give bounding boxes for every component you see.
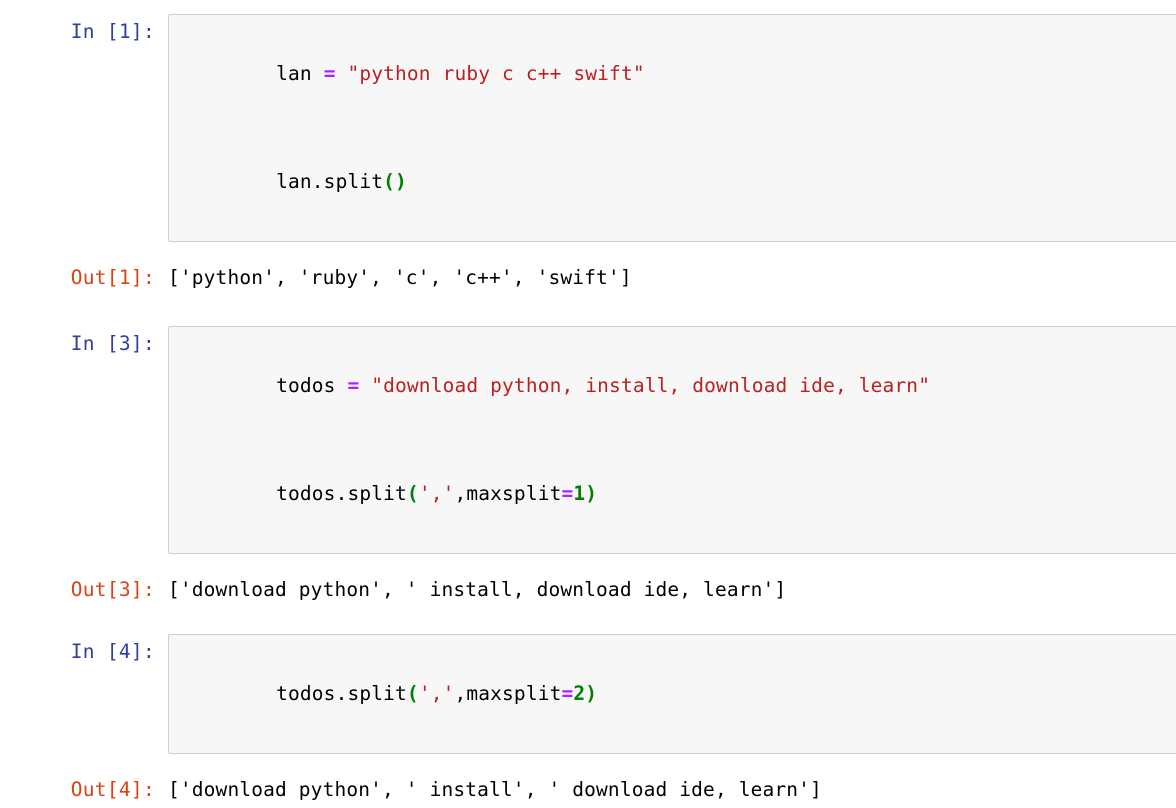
code-token: ) <box>585 482 598 505</box>
output-cell: Out[1]: ['python', 'ruby', 'c', 'c++', '… <box>0 260 1176 296</box>
code-token: () <box>383 170 407 193</box>
output-prompt-label: Out[3]: <box>70 578 155 601</box>
code-token: ,maxsplit <box>454 682 562 705</box>
code-token: 2 <box>573 682 586 705</box>
output-text: ['download python', ' install, download … <box>168 578 787 601</box>
code-token: todos.split <box>276 482 407 505</box>
cell-spacer <box>0 554 1176 572</box>
code-token: 1 <box>573 482 586 505</box>
code-input-editor[interactable]: lan = "python ruby c c++ swift" lan.spli… <box>168 14 1176 242</box>
code-token: lan.split <box>276 170 384 193</box>
cell-spacer <box>0 296 1176 326</box>
code-token: ( <box>406 482 419 505</box>
code-token: lan <box>276 62 324 85</box>
cell-spacer <box>0 608 1176 634</box>
input-prompt-label: In [1]: <box>70 20 155 43</box>
code-line: todos = "download python, install, downl… <box>181 332 1176 440</box>
output-result-area: ['python', 'ruby', 'c', 'c++', 'swift'] <box>168 260 1176 296</box>
input-prompt-label: In [3]: <box>70 332 155 355</box>
code-token: = <box>561 682 574 705</box>
code-token: ) <box>585 682 598 705</box>
notebook-container: In [1]: lan = "python ruby c c++ swift" … <box>0 0 1176 808</box>
code-token: "python ruby c c++ swift" <box>347 62 645 85</box>
code-line: todos.split(',',maxsplit=2) <box>181 640 1176 748</box>
code-cell[interactable]: In [3]: todos = "download python, instal… <box>0 326 1176 554</box>
code-line: lan.split() <box>181 128 1176 236</box>
code-token: ( <box>406 682 419 705</box>
output-result-area: ['download python', ' install, download … <box>168 572 1176 608</box>
code-token: = <box>347 374 360 397</box>
output-result-area: ['download python', ' install', ' downlo… <box>168 772 1176 808</box>
code-token: todos <box>276 374 348 397</box>
input-prompt-label: In [4]: <box>70 640 155 663</box>
code-token: todos.split <box>276 682 407 705</box>
code-cell[interactable]: In [1]: lan = "python ruby c c++ swift" … <box>0 14 1176 242</box>
code-token: = <box>323 62 336 85</box>
code-input-editor[interactable]: todos = "download python, install, downl… <box>168 326 1176 554</box>
code-line: lan = "python ruby c c++ swift" <box>181 20 1176 128</box>
cell-spacer <box>0 242 1176 260</box>
code-token: ',' <box>418 482 455 505</box>
code-token: = <box>561 482 574 505</box>
output-prompt-label: Out[1]: <box>70 266 155 289</box>
code-line: todos.split(',',maxsplit=1) <box>181 440 1176 548</box>
output-prompt-label: Out[4]: <box>70 778 155 801</box>
output-cell: Out[4]: ['download python', ' install', … <box>0 772 1176 808</box>
code-cell[interactable]: In [4]: todos.split(',',maxsplit=2) <box>0 634 1176 754</box>
output-text: ['python', 'ruby', 'c', 'c++', 'swift'] <box>168 266 632 289</box>
code-token: "download python, install, download ide,… <box>371 374 931 397</box>
output-text: ['download python', ' install', ' downlo… <box>168 778 822 801</box>
code-input-editor[interactable]: todos.split(',',maxsplit=2) <box>168 634 1176 754</box>
code-token: ',' <box>418 682 455 705</box>
output-cell: Out[3]: ['download python', ' install, d… <box>0 572 1176 608</box>
code-token: ,maxsplit <box>454 482 562 505</box>
cell-spacer <box>0 754 1176 772</box>
